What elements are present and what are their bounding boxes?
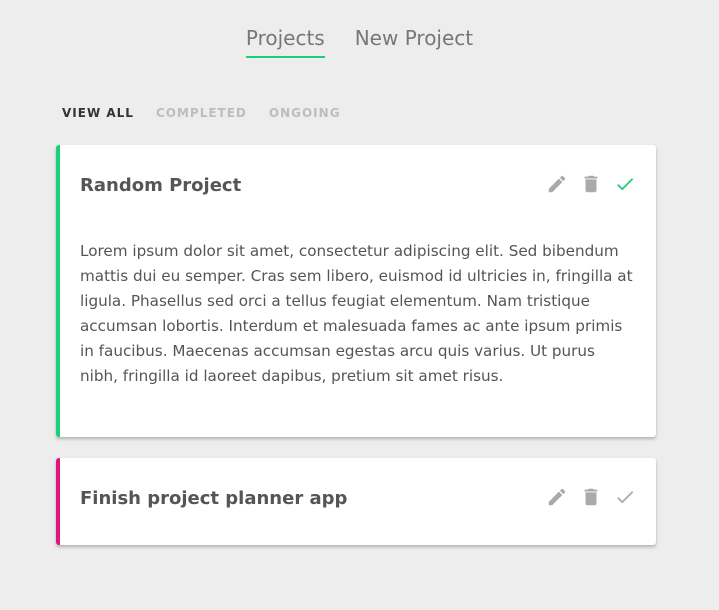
filter-nav: VIEW ALL COMPLETED ONGOING [62, 106, 341, 120]
project-actions [546, 486, 636, 508]
filter-completed[interactable]: COMPLETED [156, 106, 247, 120]
project-card-header[interactable]: Random Project [60, 145, 656, 229]
filter-view-all[interactable]: VIEW ALL [62, 106, 134, 120]
project-card-header[interactable]: Finish project planner app [60, 458, 656, 542]
project-actions [546, 173, 636, 195]
project-title[interactable]: Random Project [80, 175, 241, 196]
nav-new-project-link[interactable]: New Project [355, 26, 473, 58]
check-icon[interactable] [614, 486, 636, 508]
nav-projects-link[interactable]: Projects [245, 26, 325, 58]
project-card: Random Project Lorem ipsum dolor sit ame… [56, 145, 656, 437]
filter-ongoing[interactable]: ONGOING [269, 106, 341, 120]
project-details: Lorem ipsum dolor sit amet, consectetur … [80, 242, 633, 385]
project-title[interactable]: Finish project planner app [80, 488, 347, 509]
check-icon[interactable] [614, 173, 636, 195]
delete-icon[interactable] [580, 173, 602, 195]
project-card: Finish project planner app [56, 458, 656, 545]
top-nav: Projects New Project [0, 26, 719, 58]
delete-icon[interactable] [580, 486, 602, 508]
edit-icon[interactable] [546, 173, 568, 195]
edit-icon[interactable] [546, 486, 568, 508]
